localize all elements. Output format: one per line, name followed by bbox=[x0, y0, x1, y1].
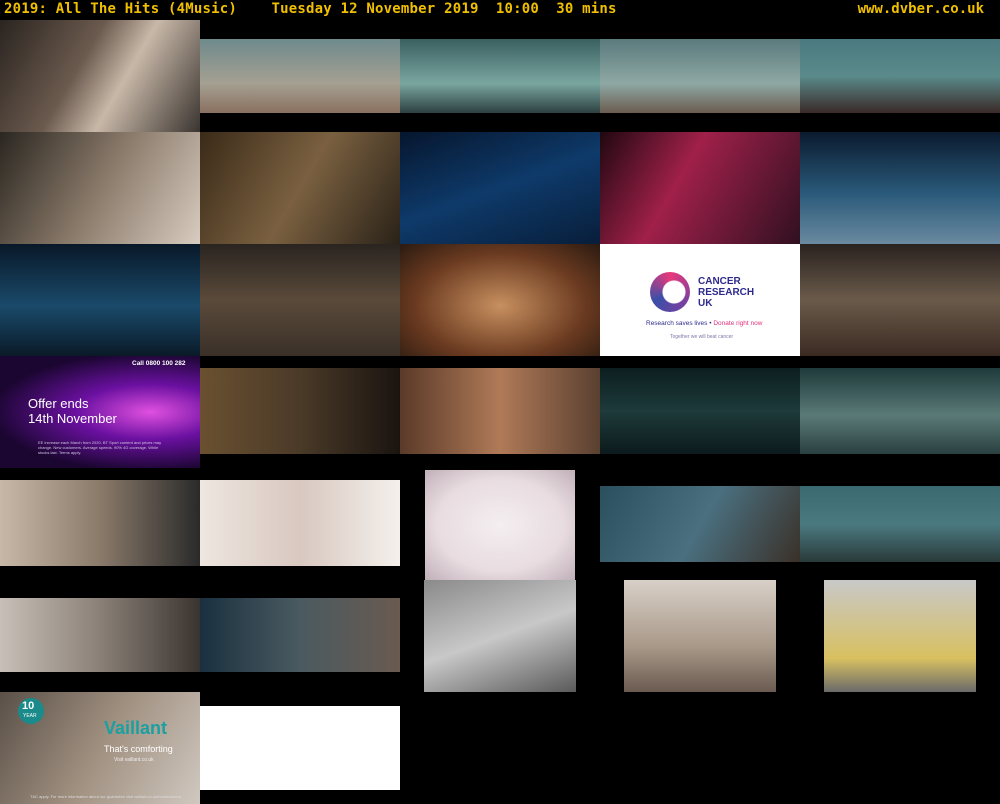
thumb-27[interactable] bbox=[200, 598, 400, 672]
offer-call: Call 0800 100 282 bbox=[132, 360, 186, 367]
thumb-11[interactable] bbox=[0, 244, 200, 356]
offer-line-1: Offer ends bbox=[28, 396, 89, 411]
site-link[interactable]: www.dvber.co.uk bbox=[858, 1, 984, 17]
page-header: 2019: All The Hits (4Music) Tuesday 12 N… bbox=[0, 0, 1000, 20]
badge-text: YEAR bbox=[23, 713, 37, 719]
thumb-04[interactable] bbox=[600, 39, 800, 113]
cancer-research-logo-icon bbox=[650, 272, 690, 312]
thumb-17[interactable] bbox=[200, 368, 400, 454]
cr-name-3: UK bbox=[698, 298, 713, 309]
thumb-30[interactable] bbox=[824, 580, 976, 692]
cr-together: Together we will beat cancer bbox=[670, 334, 734, 340]
thumb-02[interactable] bbox=[200, 39, 400, 113]
vaillant-small-print: T&C apply. For more information about ou… bbox=[30, 794, 182, 799]
vaillant-url: Visit vaillant.co.uk bbox=[114, 757, 154, 763]
thumb-16[interactable]: Call 0800 100 282 Offer ends 14th Novemb… bbox=[0, 356, 200, 468]
thumb-01[interactable] bbox=[0, 20, 200, 132]
thumb-25[interactable] bbox=[800, 486, 1000, 562]
thumb-12[interactable] bbox=[200, 244, 400, 356]
thumb-09[interactable] bbox=[600, 132, 800, 244]
cr-tag-1: Research saves lives • bbox=[646, 320, 714, 327]
thumb-21[interactable] bbox=[0, 480, 200, 566]
cr-tag-2: Donate right now bbox=[713, 320, 763, 327]
thumb-32[interactable] bbox=[200, 706, 400, 790]
thumb-20[interactable] bbox=[800, 368, 1000, 454]
cr-name-2: RESEARCH bbox=[698, 287, 755, 298]
cr-tagline: Research saves lives • Donate right now bbox=[646, 320, 762, 327]
thumbnail-grid: CANCER RESEARCH UK Research saves lives … bbox=[0, 20, 1000, 804]
thumb-24[interactable] bbox=[600, 486, 800, 562]
thumb-19[interactable] bbox=[600, 368, 800, 454]
vaillant-brand: Vaillant bbox=[104, 718, 168, 738]
vaillant-slogan: That's comforting bbox=[104, 744, 173, 754]
offer-line-2: 14th November bbox=[28, 411, 117, 426]
thumb-29[interactable] bbox=[624, 580, 776, 692]
thumb-26[interactable] bbox=[0, 598, 200, 672]
cr-name-1: CANCER bbox=[698, 276, 741, 287]
programme-title: 2019: All The Hits (4Music) Tuesday 12 N… bbox=[4, 1, 617, 17]
thumb-31[interactable]: 10 YEAR Vaillant That's comforting Visit… bbox=[0, 692, 200, 804]
thumb-22[interactable] bbox=[200, 480, 400, 566]
badge-number: 10 bbox=[22, 700, 35, 712]
thumb-15[interactable] bbox=[800, 244, 1000, 356]
thumb-23[interactable] bbox=[425, 470, 575, 580]
thumb-10[interactable] bbox=[800, 132, 1000, 244]
thumb-18[interactable] bbox=[400, 368, 600, 454]
thumb-06[interactable] bbox=[0, 132, 200, 244]
thumb-28[interactable] bbox=[424, 580, 576, 692]
thumb-08[interactable] bbox=[400, 132, 600, 244]
thumb-05[interactable] bbox=[800, 39, 1000, 113]
thumb-14[interactable]: CANCER RESEARCH UK Research saves lives … bbox=[600, 244, 800, 356]
offer-small-print: EE increase each March from 2020. BT Spo… bbox=[38, 440, 162, 455]
thumb-03[interactable] bbox=[400, 39, 600, 113]
thumb-13[interactable] bbox=[400, 244, 600, 356]
thumb-07[interactable] bbox=[200, 132, 400, 244]
